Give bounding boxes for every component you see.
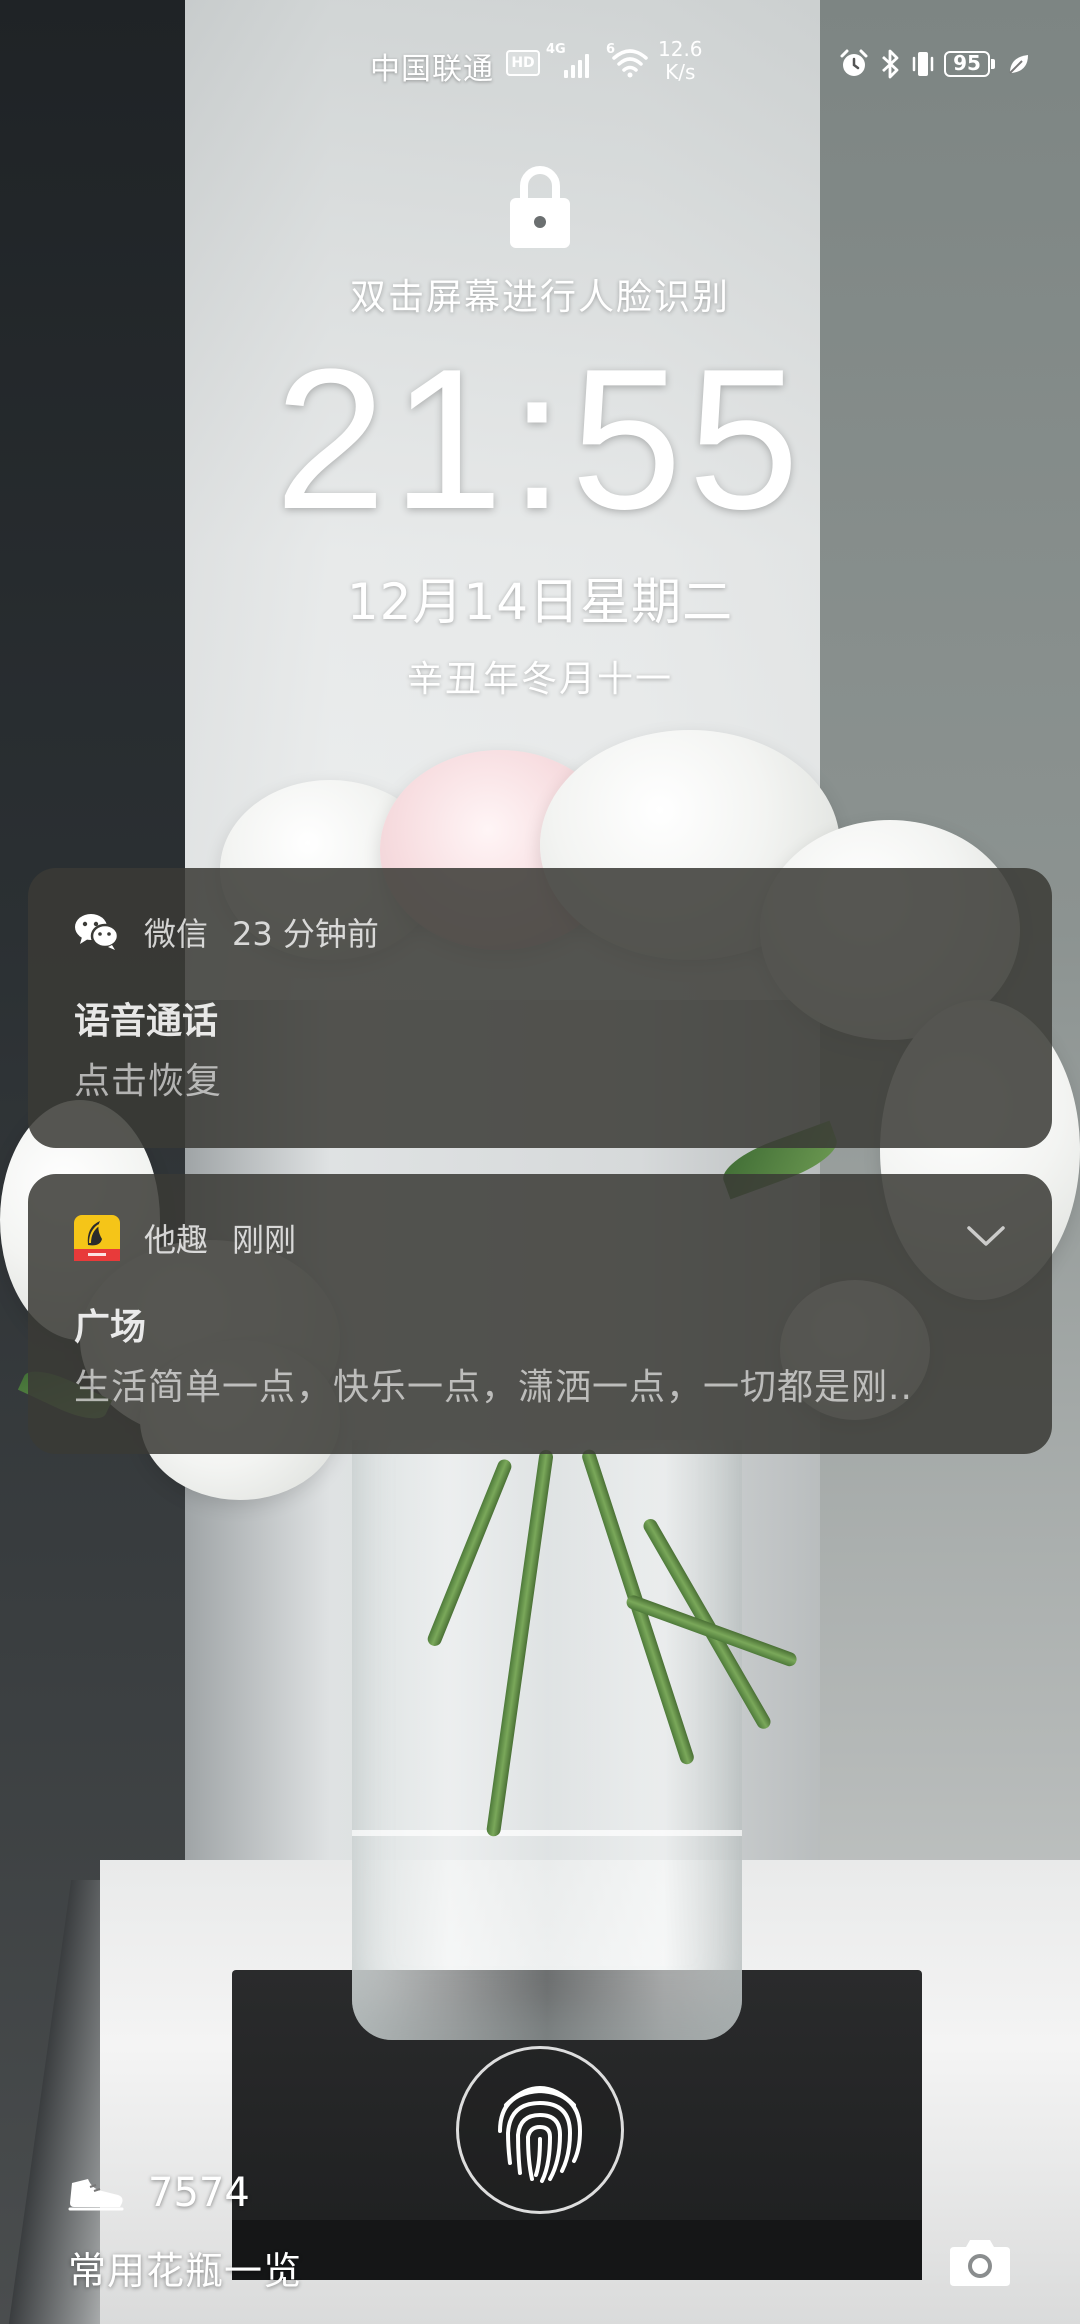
notification-app-name: 微信 xyxy=(144,915,209,953)
network-speed-value: 12.6 xyxy=(658,37,703,61)
status-bar: 中国联通 HD 4G 6 12.6 K/s 95 xyxy=(0,30,1080,100)
notification-app-name: 他趣 xyxy=(144,1221,209,1259)
fingerprint-icon xyxy=(498,2086,583,2183)
wallpaper-water-line xyxy=(352,1830,742,1836)
alarm-icon xyxy=(840,49,868,76)
battery-icon: 95 xyxy=(944,51,995,77)
lock-screen-clock: 21:55 xyxy=(274,328,806,551)
step-counter: 7574 xyxy=(68,2170,250,2216)
shoe-icon xyxy=(68,2179,124,2211)
network-speed: 12.6 K/s xyxy=(658,38,703,84)
wechat-icon xyxy=(74,909,120,955)
taqu-app-icon xyxy=(74,1215,120,1261)
notification-header: 微信 23 分钟前 xyxy=(74,902,379,962)
chevron-down-icon[interactable] xyxy=(966,1224,1006,1250)
lunar-date: 辛丑年冬月十一 xyxy=(406,659,673,700)
notification-body: 点击恢复 xyxy=(74,1061,223,1102)
notification-header: 他趣 刚刚 xyxy=(74,1208,296,1268)
notification-title: 语音通话 xyxy=(74,1001,219,1042)
fingerprint-sensor[interactable] xyxy=(456,2046,624,2214)
notification-title: 广场 xyxy=(74,1307,147,1348)
wallpaper-book-side xyxy=(232,2220,922,2280)
lock-screen-date: 12月14日星期二 xyxy=(346,573,734,631)
lock-icon xyxy=(510,166,570,248)
hd-volte-badge: HD xyxy=(506,50,540,76)
carrier-name: 中国联通 xyxy=(370,52,494,87)
notification-wechat[interactable]: 微信 23 分钟前 语音通话 点击恢复 xyxy=(28,868,1052,1148)
camera-icon[interactable] xyxy=(948,2236,1012,2288)
notification-time: 23 分钟前 xyxy=(232,915,379,953)
notification-time: 刚刚 xyxy=(232,1221,297,1259)
notification-body: 生活简单一点，快乐一点，潇洒一点，一切都是刚.. xyxy=(74,1367,913,1408)
battery-percent: 95 xyxy=(953,51,981,75)
wifi-icon: 6 xyxy=(606,40,650,80)
vibrate-icon xyxy=(912,52,934,76)
wifi-type-label: 6 xyxy=(606,42,616,57)
status-right-icons: 95 xyxy=(838,48,1032,80)
power-saving-leaf-icon xyxy=(1009,55,1028,74)
cellular-signal-icon: 4G xyxy=(546,42,596,82)
step-count: 7574 xyxy=(148,2170,250,2216)
notification-taqu[interactable]: 他趣 刚刚 广场 生活简单一点，快乐一点，潇洒一点，一切都是刚.. xyxy=(28,1174,1052,1454)
bluetooth-icon xyxy=(882,49,899,79)
magazine-caption[interactable]: 常用花瓶一览 xyxy=(68,2240,302,2295)
network-type-label: 4G xyxy=(546,42,566,57)
face-unlock-hint[interactable]: 双击屏幕进行人脸识别 xyxy=(0,268,1080,320)
network-speed-unit: K/s xyxy=(665,60,696,84)
